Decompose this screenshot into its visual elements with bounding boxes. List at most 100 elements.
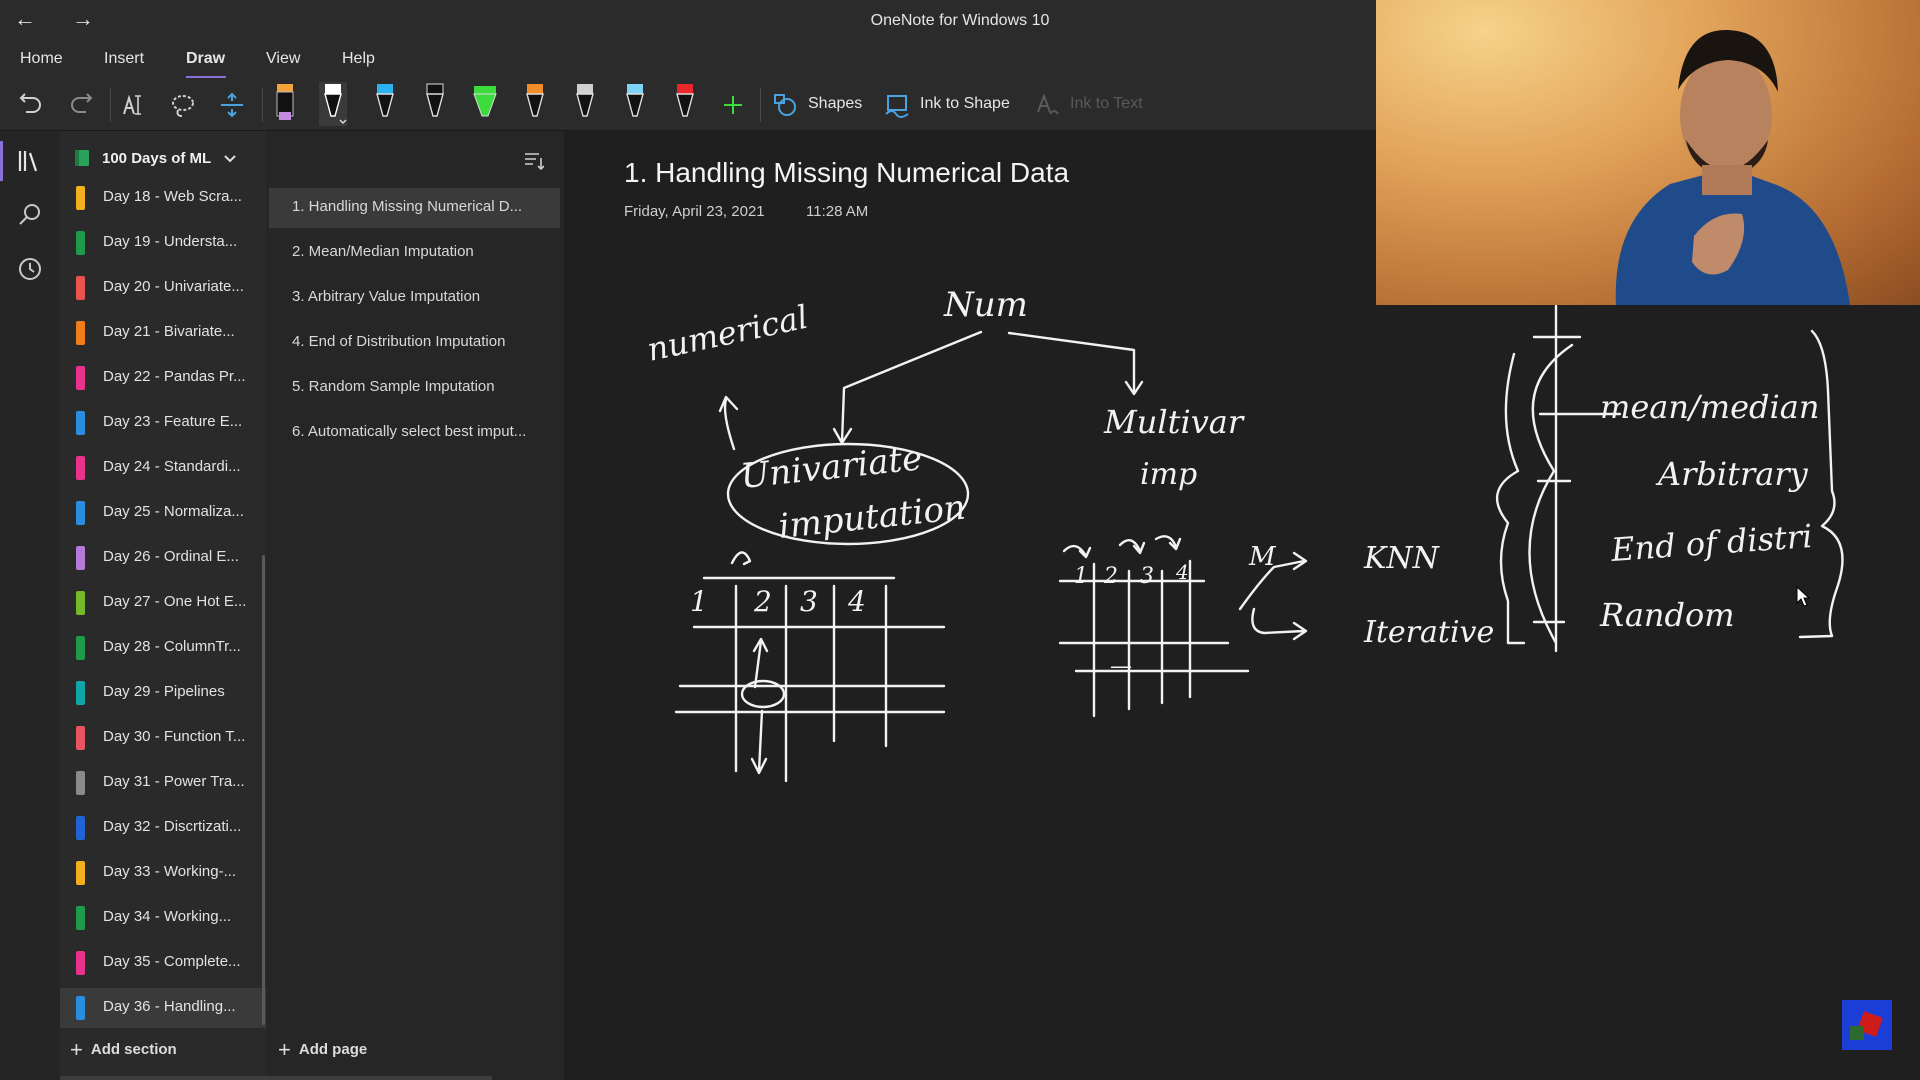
- ink-numerical: numerical: [644, 298, 812, 369]
- redo-icon[interactable]: [66, 90, 96, 120]
- section-color-tab: [76, 186, 85, 210]
- ink-col-2b: 2: [1103, 564, 1118, 589]
- page-label: 6. Automatically select best imput...: [292, 423, 527, 440]
- section-item[interactable]: Day 34 - Working...: [60, 898, 266, 938]
- section-color-tab: [76, 681, 85, 705]
- page-item[interactable]: 1. Handling Missing Numerical D...: [269, 188, 560, 228]
- section-label: Day 28 - ColumnTr...: [103, 638, 241, 655]
- section-label: Day 20 - Univariate...: [103, 278, 244, 295]
- section-item[interactable]: Day 32 - Discrtizati...: [60, 808, 266, 848]
- notebook-icon: [75, 150, 89, 166]
- section-item[interactable]: Day 24 - Standardi...: [60, 448, 266, 488]
- menu-home[interactable]: Home: [20, 50, 63, 68]
- section-item[interactable]: Day 36 - Handling...: [60, 988, 266, 1028]
- page-item[interactable]: 5. Random Sample Imputation: [269, 368, 560, 408]
- section-item[interactable]: Day 22 - Pandas Pr...: [60, 358, 266, 398]
- section-item[interactable]: Day 18 - Web Scra...: [60, 178, 266, 218]
- red-pen-icon[interactable]: [670, 82, 700, 126]
- orange-highlighter-icon[interactable]: [270, 82, 300, 126]
- ink-arrow-univariate: [840, 330, 983, 444]
- page-item[interactable]: 3. Arbitrary Value Imputation: [269, 278, 560, 318]
- section-item[interactable]: Day 33 - Working-...: [60, 853, 266, 893]
- sections-scrollbar[interactable]: [262, 555, 265, 1025]
- section-label: Day 23 - Feature E...: [103, 413, 243, 430]
- menu-help[interactable]: Help: [342, 50, 375, 68]
- add-space-icon[interactable]: [217, 90, 247, 120]
- ink-to-text-icon: [1037, 93, 1059, 115]
- add-pen-icon[interactable]: [718, 90, 748, 120]
- shapes-icon[interactable]: [770, 90, 800, 120]
- notebook-title[interactable]: 100 Days of ML: [102, 150, 211, 167]
- section-item[interactable]: Day 30 - Function T...: [60, 718, 266, 758]
- lasso-type-select-icon[interactable]: [118, 90, 148, 120]
- sort-pages-icon[interactable]: [522, 149, 544, 171]
- section-color-tab: [76, 636, 85, 660]
- toolbar-separator: [262, 88, 263, 122]
- ink-random: Random: [1599, 596, 1735, 634]
- page-label: 4. End of Distribution Imputation: [292, 333, 506, 350]
- chevron-down-icon[interactable]: [222, 151, 238, 167]
- page-label: 3. Arbitrary Value Imputation: [292, 288, 481, 305]
- ink-arrow-up: [718, 395, 739, 451]
- page-item[interactable]: 2. Mean/Median Imputation: [269, 233, 560, 273]
- section-item[interactable]: Day 20 - Univariate...: [60, 268, 266, 308]
- section-color-tab: [76, 906, 85, 930]
- section-color-tab: [76, 726, 85, 750]
- green-highlighter-icon[interactable]: [470, 82, 500, 126]
- section-color-tab: [76, 951, 85, 975]
- orange-pen-icon[interactable]: [520, 82, 550, 126]
- section-color-tab: [76, 276, 85, 300]
- section-item[interactable]: Day 26 - Ordinal E...: [60, 538, 266, 578]
- section-label: Day 22 - Pandas Pr...: [103, 368, 246, 385]
- status-bar: [60, 1076, 492, 1080]
- section-color-tab: [76, 411, 85, 435]
- navigation-rail: [0, 131, 60, 1080]
- black-pen-icon[interactable]: [420, 82, 450, 126]
- ink-to-shape-button[interactable]: Ink to Shape: [920, 95, 1010, 113]
- section-item[interactable]: Day 35 - Complete...: [60, 943, 266, 983]
- section-label: Day 21 - Bivariate...: [103, 323, 235, 340]
- recent-notes-icon[interactable]: [14, 253, 46, 285]
- pages-pane: 1. Handling Missing Numerical D... 2. Mea…: [266, 131, 564, 1080]
- ink-mean-median: mean/median: [1600, 388, 1819, 426]
- section-label: Day 25 - Normaliza...: [103, 503, 244, 520]
- page-item[interactable]: 4. End of Distribution Imputation: [269, 323, 560, 363]
- ink-col-2: 2: [753, 585, 772, 618]
- section-item[interactable]: Day 31 - Power Tra...: [60, 763, 266, 803]
- ink-col-3: 3: [800, 585, 818, 618]
- section-label: Day 30 - Function T...: [103, 728, 246, 745]
- section-label: Day 18 - Web Scra...: [103, 188, 242, 205]
- page-item[interactable]: 6. Automatically select best imput...: [269, 413, 560, 453]
- white-pen-icon[interactable]: [318, 82, 348, 126]
- lasso-select-icon[interactable]: [168, 90, 198, 120]
- menu-view[interactable]: View: [266, 50, 300, 68]
- ink-col-1b: 1: [1074, 564, 1088, 589]
- menu-bar: Home Insert Draw View Help: [0, 42, 1376, 78]
- light-blue-pen-icon[interactable]: [620, 82, 650, 126]
- webcam-overlay: [1376, 0, 1920, 305]
- menu-draw[interactable]: Draw: [186, 50, 225, 68]
- page-label: 5. Random Sample Imputation: [292, 378, 495, 395]
- ink-to-shape-icon[interactable]: [882, 90, 912, 120]
- add-page-button[interactable]: + Add page: [278, 1037, 367, 1063]
- gray-pen-icon[interactable]: [570, 82, 600, 126]
- notebooks-icon[interactable]: [14, 145, 46, 177]
- section-item[interactable]: Day 23 - Feature E...: [60, 403, 266, 443]
- blue-pen-icon[interactable]: [370, 82, 400, 126]
- section-item[interactable]: Day 28 - ColumnTr...: [60, 628, 266, 668]
- search-icon[interactable]: [14, 199, 46, 231]
- shapes-button[interactable]: Shapes: [808, 95, 862, 113]
- ink-col-4: 4: [847, 585, 866, 618]
- section-item[interactable]: Day 25 - Normaliza...: [60, 493, 266, 533]
- section-item[interactable]: Day 21 - Bivariate...: [60, 313, 266, 353]
- menu-insert[interactable]: Insert: [104, 50, 144, 68]
- ink-knn: KNN: [1363, 541, 1441, 576]
- add-section-button[interactable]: + Add section: [70, 1037, 177, 1063]
- undo-icon[interactable]: [16, 90, 46, 120]
- add-page-label: Add page: [298, 1041, 368, 1058]
- section-item[interactable]: Day 27 - One Hot E...: [60, 583, 266, 623]
- section-label: Day 35 - Complete...: [103, 953, 241, 970]
- section-item[interactable]: Day 19 - Understa...: [60, 223, 266, 263]
- section-color-tab: [76, 501, 85, 525]
- section-item[interactable]: Day 29 - Pipelines: [60, 673, 266, 713]
